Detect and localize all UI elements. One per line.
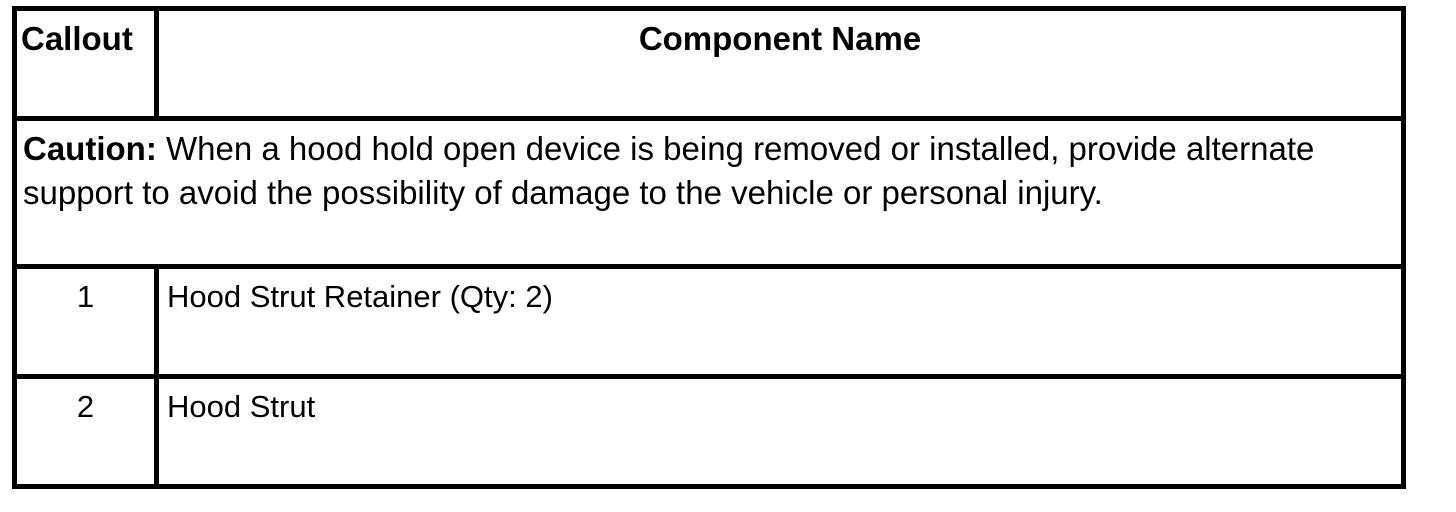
caution-row: Caution: When a hood hold open device is…: [12, 116, 1406, 269]
component-name: Hood Strut: [154, 374, 1406, 489]
table-row: 1 Hood Strut Retainer (Qty: 2): [12, 264, 1406, 379]
callout-number: 2: [12, 374, 159, 489]
component-name-column-header: Component Name: [154, 6, 1406, 121]
caution-text: When a hood hold open device is being re…: [23, 130, 1315, 211]
table-row: 2 Hood Strut: [12, 374, 1406, 489]
caution-cell: Caution: When a hood hold open device is…: [12, 116, 1406, 269]
table-header-row: Callout Component Name: [12, 6, 1406, 121]
caution-label: Caution:: [23, 130, 157, 167]
component-name: Hood Strut Retainer (Qty: 2): [154, 264, 1406, 379]
component-table: Callout Component Name Caution: When a h…: [12, 6, 1406, 489]
callout-number: 1: [12, 264, 159, 379]
callout-column-header: Callout: [12, 6, 159, 121]
